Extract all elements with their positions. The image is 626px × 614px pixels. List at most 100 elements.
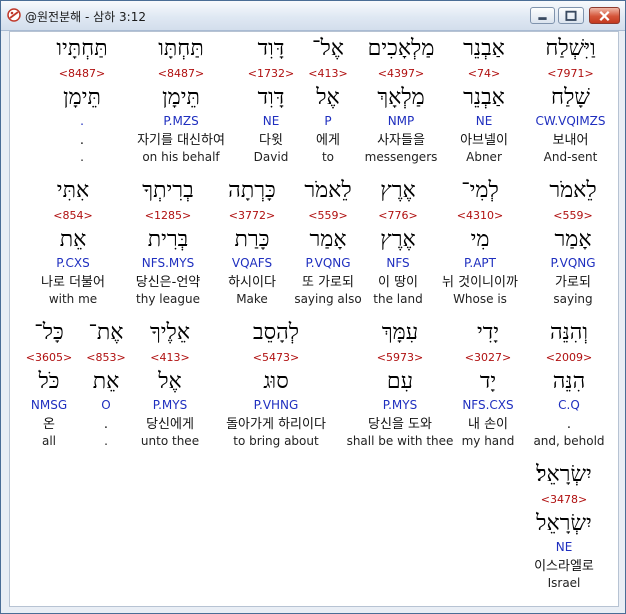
strong-number: <5473> — [252, 351, 300, 364]
hebrew-word: תַּחְתָּיו — [56, 36, 108, 61]
lemma-word: אֶל — [316, 85, 340, 110]
morph-code: P.VHNG — [253, 398, 299, 412]
hebrew-word: יָדִי — [476, 320, 500, 345]
word-cell[interactable]: אֶל־ <413> אֶל P 에게 to — [302, 38, 354, 165]
word-cell[interactable]: אִתִּי <854> אֵת P.CXS 나로 더불어 with me — [28, 180, 118, 307]
word-cell[interactable]: לְמִי־ <4310> מִי P.APT 뉘 것이니이까 Whose is — [434, 180, 526, 307]
english-gloss: with me — [48, 292, 98, 306]
lemma-word: הִנֵּה — [552, 369, 586, 394]
korean-gloss: . — [79, 133, 85, 148]
korean-gloss: 당신에게 — [146, 417, 194, 432]
word-cell[interactable]: כָּל־ <3605> כֹּל NMSG 온 all — [24, 322, 74, 449]
strong-number: <3772> — [228, 209, 276, 222]
hebrew-word: וְהִנֵּה — [549, 320, 589, 345]
word-cell[interactable]: וַיִּשְׁלַח <7971> שָׁלַח CW.VQIMZS 보내어 … — [523, 32, 618, 172]
lemma-word: דָּוִד — [257, 85, 285, 110]
morph-code: P.VQNG — [550, 256, 596, 270]
strong-number: <74> — [467, 67, 501, 80]
korean-gloss: 자기를 대신하여 — [137, 133, 225, 148]
korean-gloss: 보내어 — [552, 133, 589, 148]
word-cell[interactable]: בְרִיתְךָ <1285> בְּרִית NFS.MYS 당신은-언약 … — [124, 180, 212, 307]
word-cell[interactable]: מַלְאָכִים <4397> מַלְאָךְ NMP 사자들을 mess… — [357, 38, 445, 165]
strong-number: <3027> — [464, 351, 512, 364]
hebrew-word: לְמִי־ — [461, 178, 499, 203]
lemma-word: אֵת — [92, 369, 120, 394]
word-cell[interactable]: אֵלֶיךָ <413> אֶל P.MYS 당신에게 unto thee — [132, 322, 208, 449]
korean-gloss: . — [103, 417, 109, 432]
morph-code: CW.VQIMZS — [535, 114, 606, 128]
maximize-icon — [565, 10, 577, 21]
word-cell[interactable]: יִשְׂרָאֵל׃ <3478> יִשְׂרָאֵל NE 이스라엘로 I… — [516, 464, 612, 591]
hebrew-word: אִתִּי — [56, 178, 90, 203]
strong-number: <4310> — [456, 209, 504, 222]
word-cell[interactable]: עִמָּךְ <5973> עִם P.MYS 당신을 도와 shall be… — [346, 322, 454, 449]
hebrew-word: וַיִּשְׁלַח — [545, 36, 596, 61]
strong-number: <559> — [308, 209, 348, 222]
hebrew-word: אַבְנֵר — [463, 36, 505, 61]
korean-gloss: 하시이다 — [228, 275, 276, 290]
strong-number: <776> — [378, 209, 418, 222]
korean-gloss: 가로되 — [555, 275, 591, 290]
english-gloss: . — [80, 150, 84, 164]
korean-gloss: 당신을 도와 — [368, 417, 432, 432]
english-gloss: Israel — [547, 576, 581, 590]
word-cell[interactable]: לֵאמֹר <559> אָמַר P.VQNG 가로되 saying — [530, 180, 616, 307]
strong-number: <413> — [308, 67, 348, 80]
hebrew-word: כָּרְתָה — [228, 178, 276, 203]
hebrew-word: יִשְׂרָאֵל׃ — [536, 462, 592, 487]
lemma-word: מַלְאָךְ — [377, 85, 425, 110]
hebrew-word: דָּוִד — [257, 36, 285, 61]
strong-number: <3478> — [540, 493, 588, 506]
word-cell[interactable]: יָדִי <3027> יָד NFS.CXS 내 손이 my hand — [456, 322, 520, 449]
strong-number: <854> — [53, 209, 93, 222]
lemma-word: אַבְנֵר — [463, 85, 505, 110]
word-cell[interactable]: אַבְנֵר <74> אַבְנֵר NE 아브넬이 Abner — [448, 38, 520, 165]
korean-gloss: 돌아가게 하리이다 — [226, 417, 326, 432]
morph-code: NE — [555, 540, 573, 554]
korean-gloss: 나로 더불어 — [41, 275, 105, 290]
korean-gloss: 뉘 것이니이까 — [442, 275, 518, 290]
word-cell[interactable]: לֵאמֹר <559> אָמַר P.VQNG 또 가로되 saying a… — [292, 180, 364, 307]
english-gloss: And-sent — [543, 150, 598, 164]
title-bar[interactable]: @원전분해 - 삼하 3:12 — [1, 1, 625, 31]
lemma-word: יִשְׂרָאֵל — [536, 511, 592, 536]
word-cell[interactable]: וְהִנֵּה <2009> הִנֵּה C.Q . and, behold — [526, 322, 612, 449]
morph-code: NFS — [386, 256, 410, 270]
word-analysis-panel: וַיִּשְׁלַח <7971> שָׁלַח CW.VQIMZS 보내어 … — [9, 31, 619, 607]
word-cell[interactable]: דָּוִד <1732> דָּוִד NE 다윗 David — [242, 38, 300, 165]
korean-gloss: 에게 — [316, 133, 340, 148]
minimize-button[interactable] — [530, 7, 555, 24]
word-cell[interactable]: לְהָסֵב <5473> סוּג P.VHNG 돌아가게 하리이다 to … — [214, 322, 338, 449]
english-gloss: saying also — [294, 292, 362, 306]
word-cell[interactable]: כָּרְתָה <3772> כָּרַת VQAFS 하시이다 Make — [216, 180, 288, 307]
morph-code: P.MYS — [152, 398, 188, 412]
strong-number: <853> — [86, 351, 126, 364]
lemma-word: סוּג — [263, 369, 289, 394]
english-gloss: unto thee — [140, 434, 200, 448]
morph-code: P.APT — [464, 256, 496, 270]
word-cell[interactable]: אֶת־ <853> אֵת O . . — [84, 322, 128, 449]
app-window: @원전분해 - 삼하 3:12 וַיִּשְׁלַח <7971> שָׁלַ… — [0, 0, 626, 614]
lemma-word: יָד — [479, 369, 497, 394]
word-cell[interactable]: תַּחְתָּיו <8487> תֵּימָן . . . — [48, 38, 116, 165]
strong-number: <2009> — [545, 351, 593, 364]
morph-code: NE — [262, 114, 280, 128]
english-gloss: Make — [236, 292, 268, 306]
word-cell[interactable]: תַּחְתָּו <8487> תֵּימָן P.MZS 자기를 대신하여 … — [122, 38, 240, 165]
lemma-word: כֹּל — [38, 369, 60, 394]
strong-number: <5973> — [376, 351, 424, 364]
hebrew-word: בְרִיתְךָ — [142, 178, 194, 203]
close-button[interactable] — [589, 7, 620, 24]
morph-code: C.Q — [558, 398, 580, 412]
hebrew-word: לֵאמֹר — [304, 178, 352, 203]
korean-gloss: 내 손이 — [467, 417, 508, 432]
hebrew-word: תַּחְתָּו — [158, 36, 204, 61]
korean-gloss: 당신은-언약 — [135, 275, 201, 290]
hebrew-word: עִמָּךְ — [381, 320, 419, 345]
maximize-button[interactable] — [558, 7, 584, 24]
strong-number: <559> — [553, 209, 593, 222]
word-cell[interactable]: אֶרֶץ <776> אֶרֶץ NFS 이 땅이 the land — [368, 180, 428, 307]
english-gloss: . — [104, 434, 108, 448]
korean-gloss: 온 — [43, 417, 55, 432]
hebrew-word: מַלְאָכִים — [367, 36, 435, 61]
